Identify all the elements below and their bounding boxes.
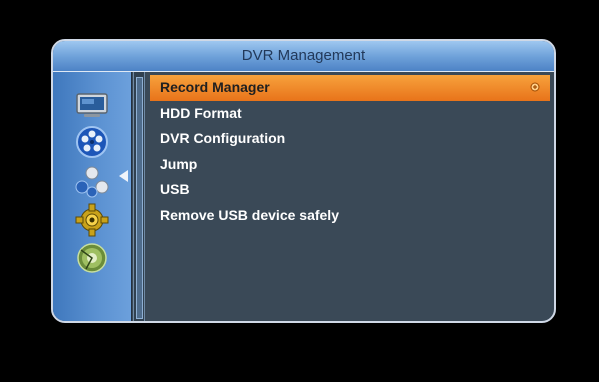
menu-item-label: Jump [160,155,198,172]
scrollbar[interactable] [133,72,145,321]
dvr-management-window: DVR Management Record Manager HDD Format… [51,39,556,323]
selected-category-arrow-icon [119,170,128,182]
molecule-icon[interactable] [73,166,111,198]
category-sidebar [53,72,132,321]
menu-item-label: Record Manager [160,79,270,95]
film-reel-icon[interactable] [73,126,111,158]
menu-item-label: DVR Configuration [160,130,286,146]
selected-marker-icon [530,82,540,92]
menu-item-hdd-format[interactable]: HDD Format [150,101,550,127]
menu-item-dvr-configuration[interactable]: DVR Configuration [150,126,550,152]
menu-item-label: Remove USB device safely [160,206,339,223]
window-title: DVR Management [53,41,554,72]
menu-item-label: USB [160,181,190,197]
menu-item-record-manager[interactable]: Record Manager [150,75,550,101]
gear-icon[interactable] [73,203,111,237]
menu-item-remove-usb[interactable]: Remove USB device safely [150,203,550,229]
menu-item-usb[interactable]: USB [150,177,550,203]
dvr-menu-list: Record Manager HDD Format DVR Configurat… [150,75,550,228]
satellite-disc-icon[interactable] [73,242,111,274]
scrollbar-thumb[interactable] [136,77,143,319]
menu-item-label: HDD Format [160,104,242,121]
menu-item-jump[interactable]: Jump [150,152,550,178]
tv-monitor-icon[interactable] [73,90,111,122]
